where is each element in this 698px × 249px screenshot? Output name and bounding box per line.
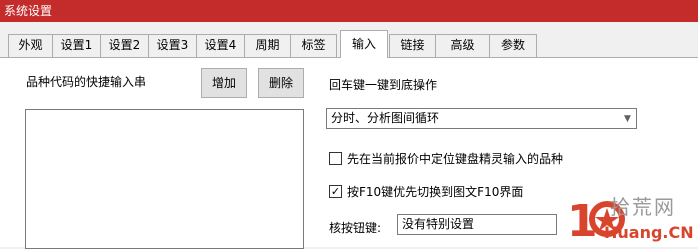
watermark-text-en: Huang.CN: [604, 223, 694, 242]
tab-settings2[interactable]: 设置2: [100, 34, 149, 57]
locate-in-quote-checkbox[interactable]: [329, 152, 342, 165]
enter-key-select[interactable]: 分时、分析图间循环 ▼: [326, 108, 637, 129]
enter-key-label: 回车键一键到底操作: [329, 78, 438, 92]
key-setting-select[interactable]: 没有特别设置: [397, 214, 557, 235]
tab-label[interactable]: 标签: [290, 34, 337, 57]
shortcut-list-label: 品种代码的快捷输入串: [26, 75, 147, 89]
enter-key-select-value: 分时、分析图间循环: [331, 111, 440, 125]
watermark-text-cn: 拾荒网: [610, 195, 676, 219]
f10-priority-label: 按F10键优先切换到图文F10界面: [347, 185, 524, 199]
window-titlebar: 系统设置: [0, 0, 698, 22]
tab-period[interactable]: 周期: [244, 34, 291, 57]
checkmark-icon: ✓: [330, 185, 341, 198]
tab-settings1[interactable]: 设置1: [52, 34, 101, 57]
locate-in-quote-label: 先在当前报价中定位键盘精灵输入的品种: [347, 152, 564, 166]
tab-strip: 外观 设置1 设置2 设置3 设置4 周期 标签 输入 链接 高级 参数: [0, 30, 698, 58]
tab-link[interactable]: 链接: [389, 34, 436, 57]
tab-settings3[interactable]: 设置3: [148, 34, 197, 57]
tab-advanced[interactable]: 高级: [435, 34, 490, 57]
window-title: 系统设置: [4, 4, 53, 18]
tab-appearance[interactable]: 外观: [8, 34, 53, 57]
add-button[interactable]: 增加: [201, 68, 247, 98]
tab-input[interactable]: 输入: [340, 30, 388, 58]
tab-params[interactable]: 参数: [489, 34, 537, 57]
key-setting-label: 核按钮键:: [329, 221, 382, 235]
key-setting-select-value: 没有特别设置: [402, 217, 475, 231]
delete-button[interactable]: 删除: [258, 68, 304, 98]
tab-settings4[interactable]: 设置4: [196, 34, 245, 57]
f10-priority-checkbox[interactable]: ✓: [329, 185, 342, 198]
chevron-down-icon: ▼: [624, 113, 631, 124]
shortcut-listbox[interactable]: [25, 109, 304, 249]
